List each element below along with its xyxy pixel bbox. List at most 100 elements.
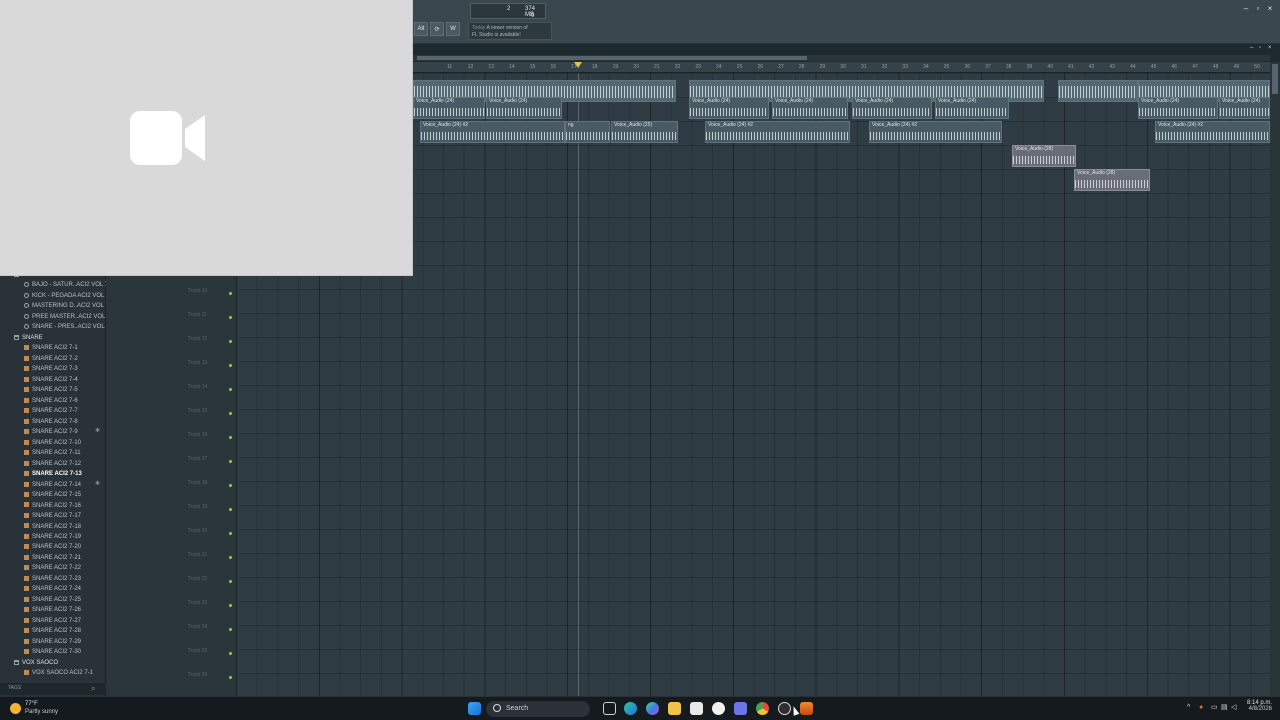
browser-item[interactable]: SNARE ACI2 7-22 <box>24 563 81 573</box>
fl-studio-icon[interactable] <box>800 702 813 715</box>
browser-item[interactable]: SNARE ACI2 7-15 <box>24 490 81 500</box>
browser-item[interactable]: SNARE ACI2 7-26 <box>24 605 81 615</box>
news-panel[interactable]: Today A newer version of FL Studio is av… <box>468 22 552 40</box>
edge-icon[interactable] <box>624 702 637 715</box>
track-header[interactable]: Track 10 <box>186 282 232 304</box>
audio-clip[interactable]: Voice_Audio (25) <box>611 121 678 143</box>
track-led-icon[interactable] <box>229 460 232 463</box>
weather-widget[interactable]: 77°F Partly sunny <box>8 700 78 718</box>
playlist-minimize-icon[interactable]: – <box>1250 45 1256 51</box>
playlist-close-icon[interactable]: × <box>1268 45 1274 51</box>
track-header[interactable]: Track 16 <box>186 426 232 448</box>
star-icon[interactable]: ✱ <box>95 480 100 487</box>
audio-clip[interactable]: Voice_Audio (28) <box>1012 145 1076 167</box>
browser-item[interactable]: SNARE ACI2 7-5 <box>24 385 78 395</box>
browser-item[interactable]: SNARE ACI2 7-14 <box>24 480 81 490</box>
track-led-icon[interactable] <box>229 364 232 367</box>
track-led-icon[interactable] <box>229 652 232 655</box>
chrome-icon[interactable] <box>756 702 769 715</box>
vertical-scroll-thumb[interactable] <box>1272 64 1278 94</box>
audio-clip[interactable]: Voice_Audio (24) <box>772 97 848 119</box>
audio-clip[interactable]: Voice_Audio (24) <box>1219 97 1270 119</box>
track-header[interactable]: Track 13 <box>186 354 232 376</box>
browser-item[interactable]: SNARE ACI2 7-3 <box>24 364 78 374</box>
track-led-icon[interactable] <box>229 436 232 439</box>
audio-clip[interactable]: Voice_Audio (24) #2 <box>869 121 1002 143</box>
audio-clip[interactable]: Voice_Audio (28) <box>1074 169 1150 191</box>
video-overlay[interactable] <box>0 0 413 276</box>
audio-clip[interactable]: ng <box>565 121 610 143</box>
track-header[interactable]: Track 23 <box>186 594 232 616</box>
track-header[interactable]: Track 14 <box>186 378 232 400</box>
browser-item[interactable]: SNARE ACI2 7-8 <box>24 417 78 427</box>
audio-clip[interactable]: Voice_Audio (24) <box>1138 97 1218 119</box>
track-header[interactable]: Track 21 <box>186 546 232 568</box>
volume-icon[interactable]: ◁ <box>1231 704 1238 711</box>
audio-clip[interactable]: Voice_Audio (24) <box>486 97 562 119</box>
track-header[interactable]: Track 15 <box>186 402 232 424</box>
windows-start-icon[interactable] <box>468 702 481 715</box>
track-led-icon[interactable] <box>229 340 232 343</box>
audio-clip[interactable]: Voice_Audio (24) <box>413 97 485 119</box>
audio-clip[interactable]: Voice_Audio (24) <box>935 97 1009 119</box>
browser-item[interactable]: SNARE ACI2 7-24 <box>24 584 81 594</box>
vertical-scrollbar[interactable] <box>1270 62 1280 696</box>
track-header[interactable]: Track 26 <box>186 666 232 688</box>
discord-icon[interactable] <box>734 702 747 715</box>
track-led-icon[interactable] <box>229 388 232 391</box>
store-icon[interactable] <box>690 702 703 715</box>
track-led-icon[interactable] <box>229 508 232 511</box>
track-led-icon[interactable] <box>229 604 232 607</box>
minimize-icon[interactable]: – <box>1242 5 1250 13</box>
playhead-marker-icon[interactable] <box>574 62 582 68</box>
browser-item[interactable]: KICK - PEGADA ACI2 VOL 7 <box>24 291 109 301</box>
track-header[interactable]: Track 19 <box>186 498 232 520</box>
browser-item[interactable]: MASTERING D..ACI2 VOL 7 <box>24 301 109 311</box>
star-icon[interactable]: ✱ <box>95 427 100 434</box>
playlist-maximize-icon[interactable]: ▫ <box>1259 45 1265 51</box>
file-explorer-icon[interactable] <box>668 702 681 715</box>
browser-item[interactable]: SNARE ACI2 7-10 <box>24 438 81 448</box>
browser-item[interactable]: PREE MASTER..ACI2 VOL 7 <box>24 312 110 322</box>
track-header[interactable]: Track 17 <box>186 450 232 472</box>
browser-item[interactable]: SNARE ACI2 7-17 <box>24 511 81 521</box>
audio-clip[interactable] <box>1058 80 1138 102</box>
search-icon[interactable]: ⌕ <box>91 684 95 694</box>
browser-item[interactable]: SNARE ACI2 7-7 <box>24 406 78 416</box>
copilot-icon[interactable] <box>646 702 659 715</box>
clock-app-icon[interactable] <box>712 702 725 715</box>
browser-folder[interactable]: VOX SAOCO <box>14 658 58 668</box>
track-led-icon[interactable] <box>229 628 232 631</box>
wait-tool-button[interactable]: W <box>446 22 460 36</box>
refresh-icon[interactable]: ⟳ <box>430 22 444 36</box>
browser-item[interactable]: SNARE ACI2 7-13 <box>24 469 82 479</box>
browser-item[interactable]: SNARE ACI2 7-23 <box>24 574 81 584</box>
track-header[interactable]: Track 22 <box>186 570 232 592</box>
track-led-icon[interactable] <box>229 532 232 535</box>
browser-item[interactable]: SNARE - PRES..ACI2 VOL 7 <box>24 322 109 332</box>
track-header[interactable]: Track 12 <box>186 330 232 352</box>
taskbar-search[interactable]: Search <box>486 701 590 717</box>
browser-item[interactable]: SNARE ACI2 7-27 <box>24 616 81 626</box>
track-header[interactable]: Track 11 <box>186 306 232 328</box>
tray-chevron-icon[interactable]: ^ <box>1187 704 1194 711</box>
horizontal-scrollbar[interactable] <box>413 55 1270 61</box>
browser-item[interactable]: SNARE ACI2 7-12 <box>24 459 81 469</box>
audio-clip[interactable]: Voice_Audio (24) <box>689 97 769 119</box>
track-led-icon[interactable] <box>229 412 232 415</box>
maximize-icon[interactable]: ▫ <box>1254 5 1262 13</box>
browser-item[interactable]: SNARE ACI2 7-29 <box>24 637 81 647</box>
browser-item[interactable]: SNARE ACI2 7-2 <box>24 354 78 364</box>
browser-item[interactable]: SNARE ACI2 7-28 <box>24 626 81 636</box>
browser-item[interactable]: SNARE ACI2 7-20 <box>24 542 81 552</box>
taskbar-clock[interactable]: 8:14 p.m. 4/8/2026 <box>1247 700 1272 712</box>
browser-item[interactable]: SNARE ACI2 7-19 <box>24 532 81 542</box>
browser-item[interactable]: SNARE ACI2 7-9 <box>24 427 78 437</box>
track-header[interactable]: Track 25 <box>186 642 232 664</box>
cpu-memory-monitor[interactable]: 2 374 MB 0 <box>470 3 546 19</box>
track-header[interactable]: Track 18 <box>186 474 232 496</box>
task-view-icon[interactable] <box>603 702 616 715</box>
track-led-icon[interactable] <box>229 580 232 583</box>
audio-clip[interactable]: Voice_Audio (24) <box>852 97 932 119</box>
browser-folder[interactable]: SNARE <box>14 333 43 343</box>
